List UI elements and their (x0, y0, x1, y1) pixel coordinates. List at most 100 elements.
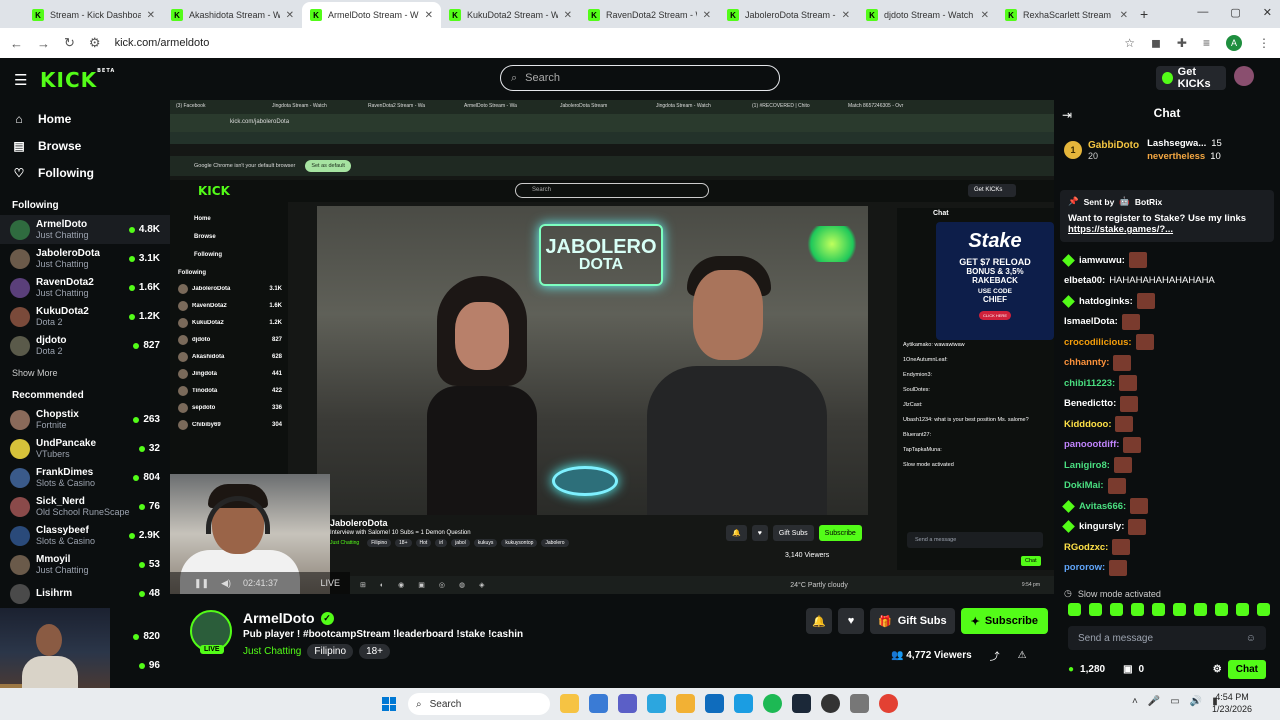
mic-icon[interactable]: 🎤 (1148, 696, 1160, 707)
chat-username[interactable]: Avitas666: (1079, 501, 1126, 512)
settings-app-icon[interactable] (850, 694, 869, 713)
chat-message[interactable]: chhannty: (1064, 353, 1274, 374)
sidebar-channel[interactable]: Classybeef Slots & Casino 2.9K (0, 521, 170, 550)
chat-username[interactable]: crocodilicious: (1064, 337, 1132, 348)
store-icon[interactable] (589, 694, 608, 713)
chat-message[interactable]: panoootdiff: (1064, 435, 1274, 456)
sidebar-channel[interactable]: Mmoyil Just Chatting 53 (0, 550, 170, 579)
sidebar-nav-following[interactable]: ♡ Following (0, 159, 170, 186)
tab-close-icon[interactable]: ✕ (147, 10, 155, 21)
chat-message[interactable]: Benedictto: (1064, 394, 1274, 415)
emote-icon[interactable] (1215, 603, 1228, 616)
channel-name[interactable]: ArmelDoto ✓ (243, 610, 334, 626)
chat-message[interactable]: Avitas666: (1062, 496, 1274, 517)
gifter-entry[interactable]: Lashsegwa... 15 (1147, 138, 1222, 149)
edge-icon[interactable] (734, 694, 753, 713)
emote-icon[interactable] (1131, 603, 1144, 616)
show-more-link[interactable]: Show More (0, 364, 170, 382)
tab-close-icon[interactable]: ✕ (842, 10, 850, 21)
forward-icon[interactable]: → (37, 36, 50, 51)
tab-close-icon[interactable]: ✕ (1120, 10, 1128, 21)
display-icon[interactable]: ▭ (1170, 696, 1179, 707)
notification-bell-button[interactable]: 🔔 (806, 608, 832, 634)
chat-username[interactable]: pororow: (1064, 562, 1105, 573)
chat-username[interactable]: chibi11223: (1064, 378, 1115, 389)
bookmark-star-icon[interactable]: ☆ (1124, 36, 1135, 50)
browser-tab[interactable]: K JaboleroDota Stream - W ✕ (719, 2, 858, 28)
chat-username[interactable]: chhannty: (1064, 357, 1109, 368)
chat-message[interactable]: DokiMai: (1064, 476, 1274, 497)
chat-username[interactable]: elbeta00: (1064, 275, 1105, 286)
report-icon[interactable]: ⚠ (1018, 650, 1027, 661)
emote-icon[interactable] (1173, 603, 1186, 616)
sidebar-channel[interactable]: UndPancake VTubers 32 (0, 434, 170, 463)
tab-close-icon[interactable]: ✕ (425, 10, 433, 21)
chat-username[interactable]: iamwuwu: (1079, 255, 1125, 266)
chat-message[interactable]: Kidddooo: (1064, 414, 1274, 435)
folder-icon[interactable] (676, 694, 695, 713)
system-clock[interactable]: 4:54 PM 1/23/2026 (1212, 692, 1252, 715)
chat-input[interactable]: Send a message ☺ (1068, 626, 1266, 650)
tag-pill[interactable]: Filipino (307, 644, 354, 659)
category-link[interactable]: Just Chatting (243, 644, 301, 659)
tab-close-icon[interactable]: ✕ (703, 10, 711, 21)
gift-subs-button[interactable]: 🎁 Gift Subs (870, 608, 955, 634)
emote-icon[interactable] (1257, 603, 1270, 616)
obs-icon[interactable] (821, 694, 840, 713)
emote-icon[interactable] (1236, 603, 1249, 616)
sidebar-channel[interactable]: Sick_Nerd Old School RuneScape 76 (0, 492, 170, 521)
browser-tab[interactable]: K RexhaScarlett Stream ✕ (997, 2, 1136, 28)
browser-tab[interactable]: Kdjdoto Stream - Watch Li ✕ (858, 2, 997, 28)
emote-icon[interactable] (1089, 603, 1102, 616)
get-kicks-button[interactable]: Get KICKs (1156, 66, 1226, 90)
chat-message[interactable]: elbeta00: HAHAHAHAHAHAHAHA (1064, 271, 1274, 292)
browser-tab[interactable]: K Akashidota Stream - Watc ✕ (163, 2, 302, 28)
sidebar-channel[interactable]: djdoto Dota 2 827 (0, 331, 170, 360)
chat-message[interactable]: chibi11223: (1064, 373, 1274, 394)
tab-close-icon[interactable]: ✕ (286, 10, 294, 21)
sidebar-channel[interactable]: KukuDota2 Dota 2 1.2K (0, 302, 170, 331)
chat-message[interactable]: iamwuwu: (1062, 250, 1274, 271)
chat-username[interactable]: Benedictto: (1064, 398, 1116, 409)
sidebar-nav-browse[interactable]: ▤ Browse (0, 132, 170, 159)
top-gifter[interactable]: 1 GabbiDoto 20 (1064, 140, 1139, 161)
points-count[interactable]: 1,280 (1080, 664, 1105, 675)
sidebar-channel[interactable]: Chopstix Fortnite 263 (0, 405, 170, 434)
sidebar-channel[interactable]: FrankDimes Slots & Casino 804 (0, 463, 170, 492)
minimize-icon[interactable]: — (1197, 6, 1208, 19)
gifter-entry[interactable]: nevertheless 10 (1147, 151, 1222, 162)
pinned-link[interactable]: https://stake.games/?... (1068, 224, 1266, 235)
emote-icon[interactable] (1110, 603, 1123, 616)
tab-close-icon[interactable]: ✕ (981, 10, 989, 21)
windows-start-icon[interactable] (382, 697, 396, 711)
media-icon[interactable]: ≡ (1203, 36, 1210, 50)
emoji-icon[interactable]: ☺ (1246, 633, 1256, 644)
kick-logo[interactable]: KICKBETA (40, 68, 115, 92)
follow-button[interactable]: ♥ (838, 608, 864, 634)
chat-message[interactable]: hatdoginks: (1062, 291, 1274, 312)
user-avatar[interactable] (1234, 66, 1254, 86)
emote-icon[interactable] (1194, 603, 1207, 616)
taskbar-search[interactable]: ⌕ Search (408, 693, 550, 715)
reload-icon[interactable]: ↻ (64, 35, 75, 51)
file-explorer-icon[interactable] (560, 694, 579, 713)
chat-username[interactable]: hatdoginks: (1079, 296, 1133, 307)
profile-avatar[interactable]: A (1226, 35, 1242, 51)
emote-icon[interactable] (1068, 603, 1081, 616)
send-chat-button[interactable]: Chat (1227, 659, 1266, 679)
copilot-icon[interactable] (647, 694, 666, 713)
volume-icon[interactable]: ◀) (221, 578, 231, 589)
chat-username[interactable]: Kidddooo: (1064, 419, 1111, 430)
extension-icon[interactable]: ◼ (1151, 36, 1161, 50)
video-player[interactable]: (3) Facebook Jingdota Stream - Watch Raven… (170, 100, 1054, 594)
chat-message[interactable]: crocodilicious: (1064, 332, 1274, 353)
menu-icon[interactable]: ⋮ (1258, 36, 1270, 50)
chat-username[interactable]: kingursly: (1079, 521, 1124, 532)
share-icon[interactable]: ⤴ (990, 648, 1000, 663)
chat-message[interactable]: RGodzxc: (1064, 537, 1274, 558)
steam-icon[interactable] (792, 694, 811, 713)
maximize-icon[interactable]: ▢ (1230, 6, 1240, 19)
chat-username[interactable]: DokiMai: (1064, 480, 1104, 491)
collapse-chat-icon[interactable]: ⇥ (1062, 108, 1072, 122)
url-field[interactable]: kick.com/armeldoto (115, 37, 1111, 49)
